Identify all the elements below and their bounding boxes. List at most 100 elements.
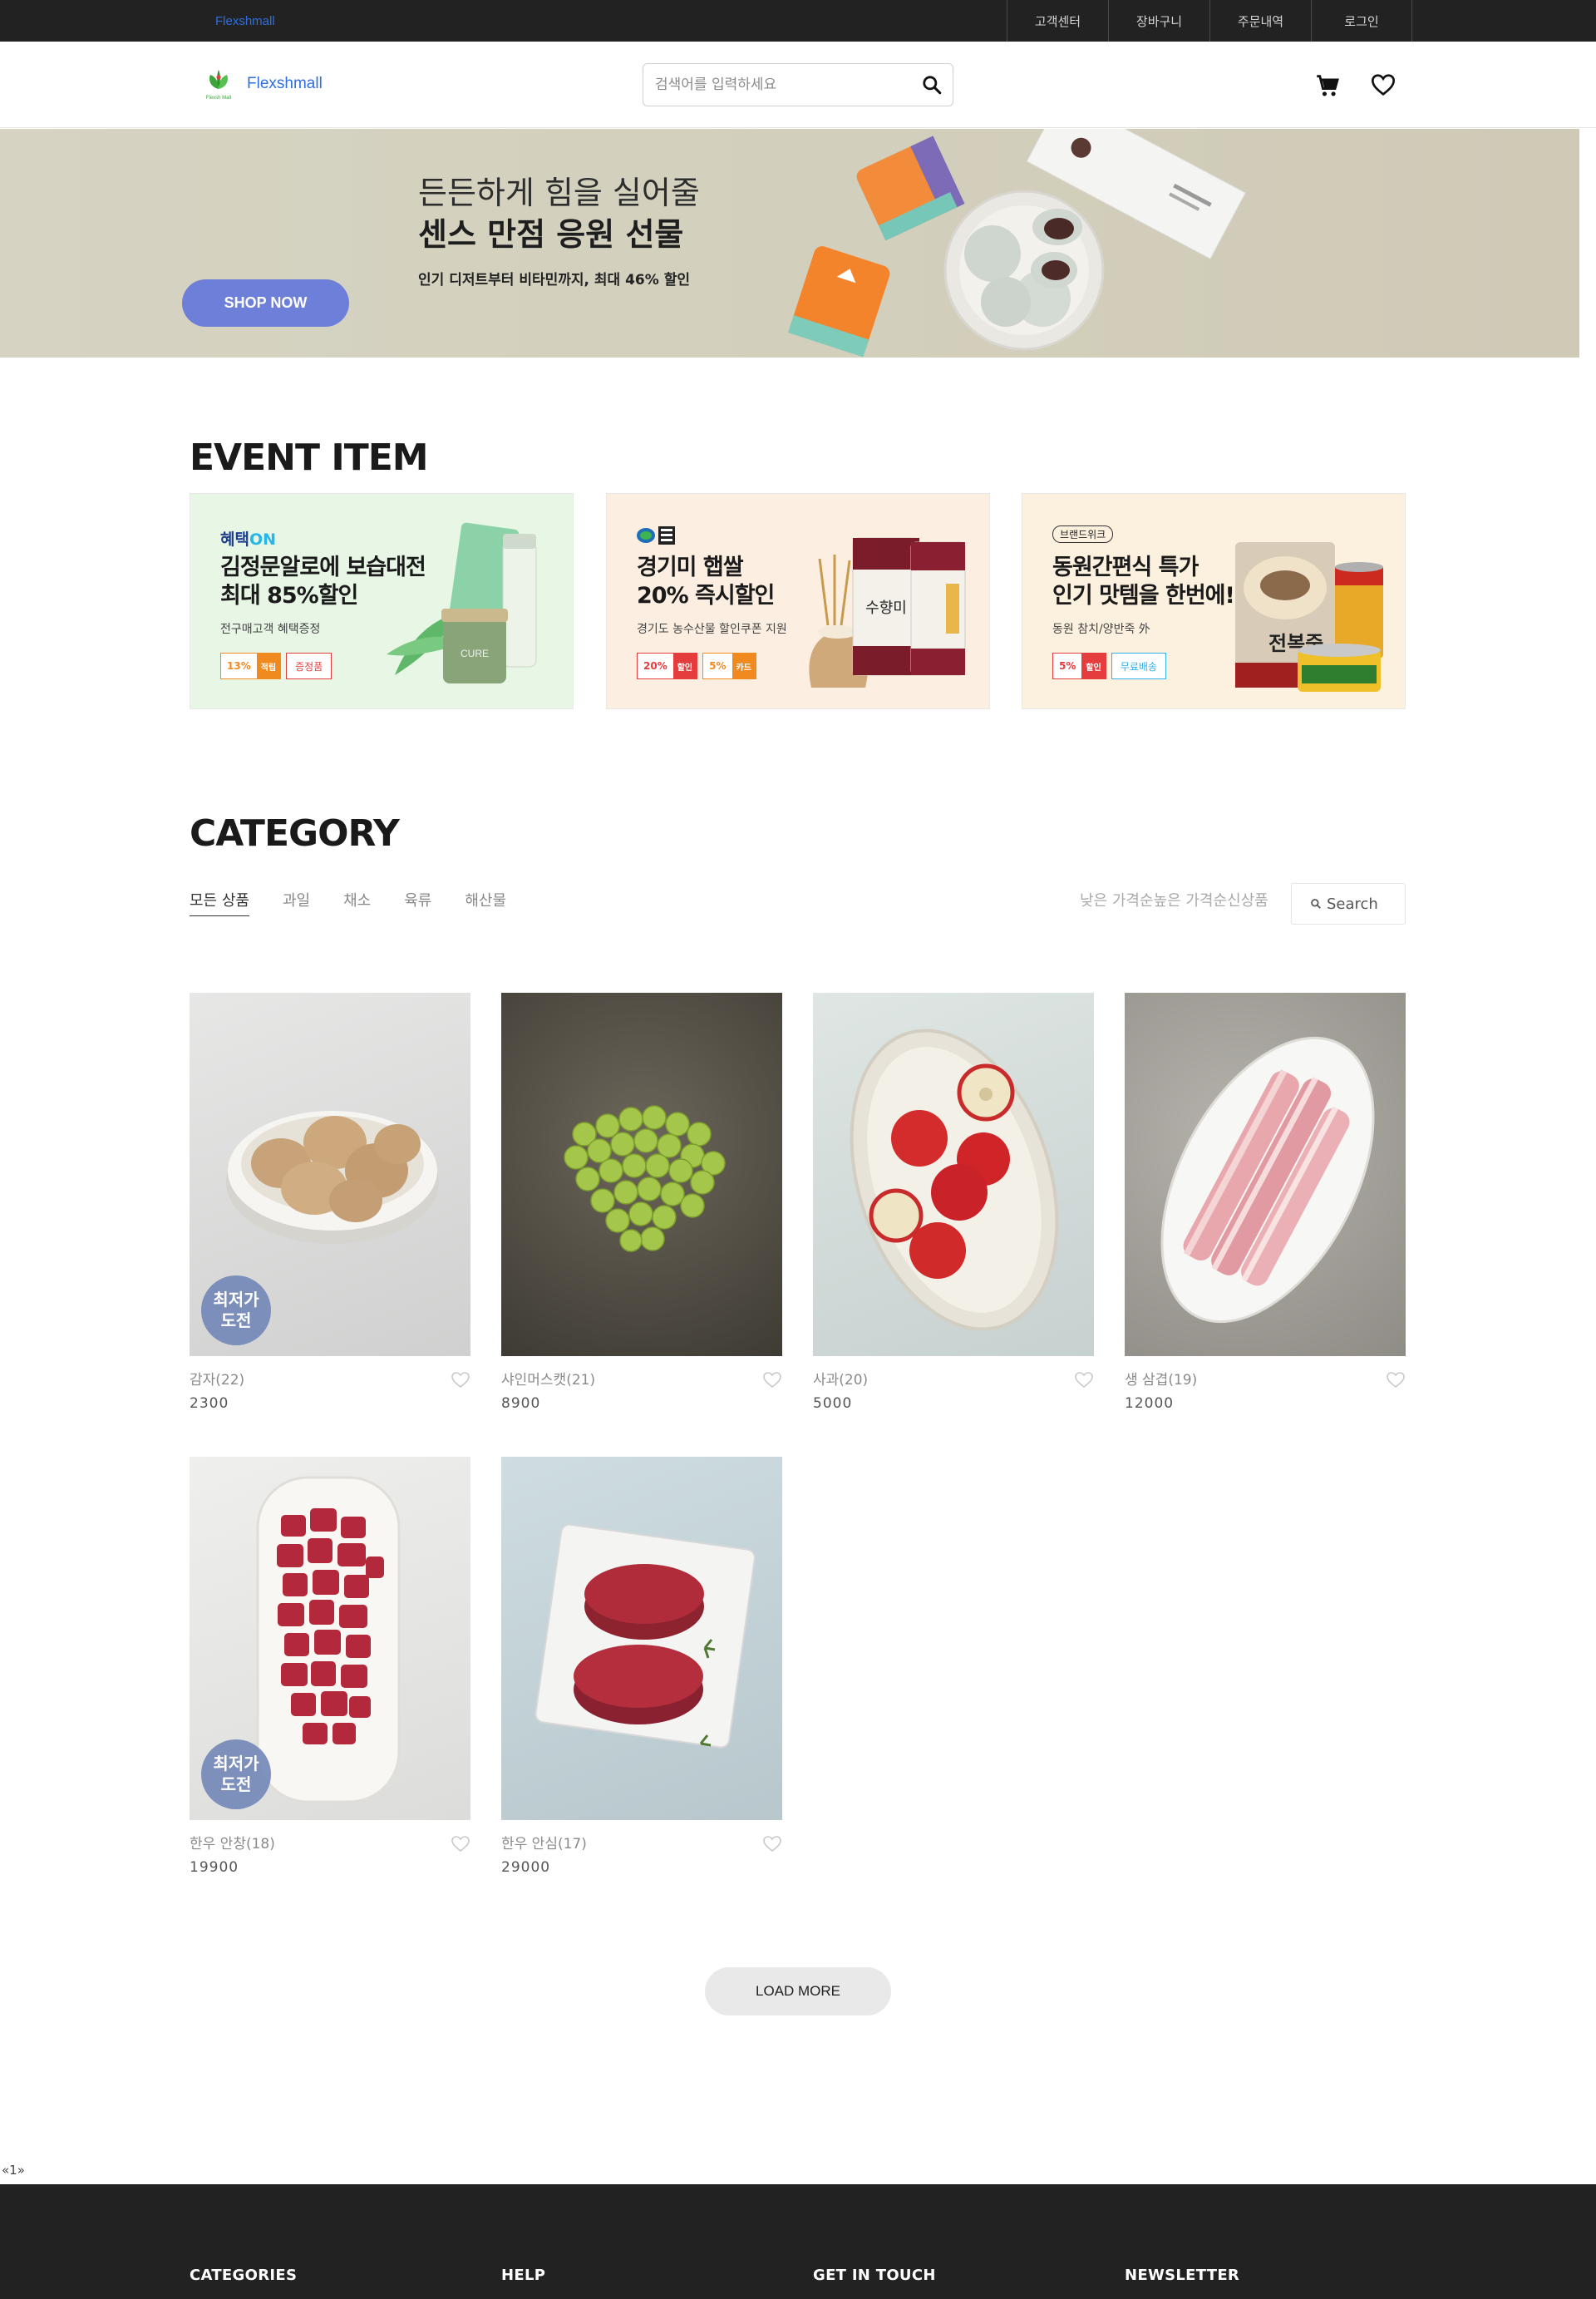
event-card-headline-2: 20% 즉시할인 — [637, 583, 775, 609]
event-card-aloe[interactable]: 혜택ON 김정문알로에 보습대전 최대 85%할인 전구매고객 혜택증정 13%… — [190, 493, 574, 709]
search-icon[interactable] — [921, 74, 943, 96]
search-icon — [1311, 899, 1321, 909]
load-more-button[interactable]: LOAD MORE — [705, 1967, 891, 2015]
footer-heading-help: HELP — [501, 2267, 546, 2284]
event-card-badges: 20% 할인 5% 카드 — [637, 653, 756, 679]
product-card[interactable]: 사과(20) 5000 — [813, 993, 1094, 1412]
topbar-link-orders[interactable]: 주문내역 — [1209, 0, 1311, 42]
site-footer: CATEGORIES HELP GET IN TOUCH NEWSLETTER — [0, 2184, 1596, 2299]
sort-high-price[interactable]: 높은 가격순 — [1154, 889, 1228, 910]
filter-search-label: Search — [1327, 895, 1378, 913]
event-card-dongwon[interactable]: 브랜드위크 동원간편식 특가 인기 맛템을 한번에! 동원 참치/양반죽 外 5… — [1022, 493, 1406, 709]
hero-banner[interactable]: 든든하게 힘을 실어줄 센스 만점 응원 선물 인기 디저트부터 비타민까지, … — [0, 129, 1579, 358]
product-price: 12000 — [1125, 1395, 1175, 1412]
filter-search-button[interactable]: Search — [1291, 883, 1406, 925]
logo-leaf-icon[interactable]: Flexsh Mall — [200, 67, 238, 102]
top-utility-bar: Flexshmall 고객센터 장바구니 주문내역 로그인 — [0, 0, 1596, 42]
search-input[interactable] — [655, 74, 904, 96]
event-card-subtext: 경기도 농수산물 할인쿠폰 지원 — [637, 623, 787, 636]
event-card-headline-2: 최대 85%할인 — [220, 583, 358, 609]
site-header: Flexsh Mall Flexshmall — [0, 42, 1596, 128]
wishlist-heart-icon[interactable] — [762, 1370, 782, 1389]
wishlist-heart-icon[interactable] — [1370, 72, 1396, 98]
event-card-rice[interactable]: 경기미 햅쌀 20% 즉시할인 경기도 농수산물 할인쿠폰 지원 20% 할인 5… — [606, 493, 990, 709]
discount-badge: 13% 적립 — [220, 653, 282, 679]
tab-seafood[interactable]: 해산물 — [465, 889, 506, 916]
event-card-badges: 13% 적립 증정품 — [220, 653, 332, 679]
wishlist-heart-icon[interactable] — [1386, 1370, 1406, 1389]
product-card[interactable]: 한우 안심(17) 29000 — [501, 1457, 782, 1876]
footer-heading-categories: CATEGORIES — [190, 2267, 298, 2284]
category-section-title: CATEGORY — [190, 812, 400, 855]
sort-newest[interactable]: 신상품 — [1227, 889, 1268, 910]
lowest-price-badge: 최저가 도전 — [201, 1739, 271, 1809]
hero-headline-1: 든든하게 힘을 실어줄 — [418, 175, 700, 211]
product-price: 29000 — [501, 1859, 551, 1876]
tab-vegetables[interactable]: 채소 — [343, 889, 371, 916]
product-image-beef-cubes[interactable]: 최저가 도전 — [190, 1457, 470, 1820]
topbar-links: 고객센터 장바구니 주문내역 로그인 — [1007, 0, 1412, 42]
topbar-link-customer-center[interactable]: 고객센터 — [1007, 0, 1108, 42]
footer-heading-contact: GET IN TOUCH — [813, 2267, 936, 2284]
free-shipping-badge: 무료배송 — [1111, 653, 1166, 679]
topbar-link-login[interactable]: 로그인 — [1311, 0, 1412, 42]
wishlist-heart-icon[interactable] — [451, 1370, 470, 1389]
product-image-beef-tenderloin[interactable] — [501, 1457, 782, 1820]
event-card-tag: 브랜드위크 — [1052, 525, 1114, 543]
product-name[interactable]: 한우 안창(18) — [190, 1832, 275, 1853]
card-discount-badge: 5% 카드 — [702, 653, 756, 679]
search-box — [643, 63, 953, 106]
category-tabs: 모든 상품 과일 채소 육류 해산물 — [190, 889, 506, 916]
gift-badge: 증정품 — [286, 653, 332, 679]
product-price: 19900 — [190, 1859, 239, 1876]
footer-heading-newsletter: NEWSLETTER — [1125, 2267, 1240, 2284]
topbar-brand-link[interactable]: Flexshmall — [215, 14, 275, 28]
sort-low-price[interactable]: 낮은 가격순 — [1080, 889, 1154, 910]
hero-subtext: 인기 디저트부터 비타민까지, 최대 46% 할인 — [418, 272, 690, 289]
pagination[interactable]: «1» — [2, 2163, 25, 2178]
product-name[interactable]: 감자(22) — [190, 1368, 244, 1389]
discount-badge: 5% 할인 — [1052, 653, 1106, 679]
product-name[interactable]: 생 삼겹(19) — [1125, 1368, 1197, 1389]
event-card-subtext: 전구매고객 혜택증정 — [220, 623, 321, 636]
tab-fruit[interactable]: 과일 — [283, 889, 310, 916]
event-card-tag: 혜택ON — [220, 530, 277, 549]
svg-text:Flexsh Mall: Flexsh Mall — [206, 96, 231, 101]
product-price: 5000 — [813, 1395, 853, 1412]
wishlist-heart-icon[interactable] — [1074, 1370, 1094, 1389]
product-image-apples[interactable] — [813, 993, 1094, 1356]
product-price: 2300 — [190, 1395, 229, 1412]
event-rice-bags-illustration: 수향미 — [809, 537, 966, 688]
product-image-green-grapes[interactable] — [501, 993, 782, 1356]
product-name[interactable]: 사과(20) — [813, 1368, 868, 1389]
product-card[interactable]: 생 삼겹(19) 12000 — [1125, 993, 1406, 1412]
product-card[interactable]: 최저가 도전 감자(22) 2300 — [190, 993, 470, 1412]
event-card-subtext: 동원 참치/양반죽 外 — [1052, 623, 1150, 636]
tab-all-products[interactable]: 모든 상품 — [190, 889, 249, 916]
product-card[interactable]: 최저가 도전 한우 안창(18) 19900 — [190, 1457, 470, 1876]
product-name[interactable]: 한우 안심(17) — [501, 1832, 587, 1853]
tab-meat[interactable]: 육류 — [404, 889, 431, 916]
topbar-link-cart[interactable]: 장바구니 — [1108, 0, 1209, 42]
product-card[interactable]: 샤인머스캣(21) 8900 — [501, 993, 782, 1412]
logo-text[interactable]: Flexshmall — [247, 75, 323, 93]
svg-text:CURE: CURE — [461, 648, 489, 659]
event-card-badges: 5% 할인 무료배송 — [1052, 653, 1166, 679]
discount-badge: 20% 할인 — [637, 653, 698, 679]
event-section-title: EVENT ITEM — [190, 437, 429, 479]
lowest-price-badge: 최저가 도전 — [201, 1275, 271, 1345]
cart-icon[interactable] — [1313, 72, 1342, 100]
product-name[interactable]: 샤인머스캣(21) — [501, 1368, 595, 1389]
sort-options: 낮은 가격순 높은 가격순 신상품 — [1080, 889, 1268, 910]
hero-headline-2: 센스 만점 응원 선물 — [418, 216, 684, 253]
hero-dessert-illustration — [788, 129, 1246, 358]
shop-now-button[interactable]: SHOP NOW — [182, 279, 349, 327]
product-image-pork-belly[interactable] — [1125, 993, 1406, 1356]
product-image-potatoes[interactable]: 최저가 도전 — [190, 993, 470, 1356]
event-aloe-cosmetics-illustration: CURE — [387, 522, 537, 683]
certification-logo-icon — [637, 526, 675, 545]
product-price: 8900 — [501, 1395, 541, 1412]
wishlist-heart-icon[interactable] — [762, 1834, 782, 1853]
event-canned-food-illustration: 전복죽 — [1235, 542, 1383, 692]
wishlist-heart-icon[interactable] — [451, 1834, 470, 1853]
